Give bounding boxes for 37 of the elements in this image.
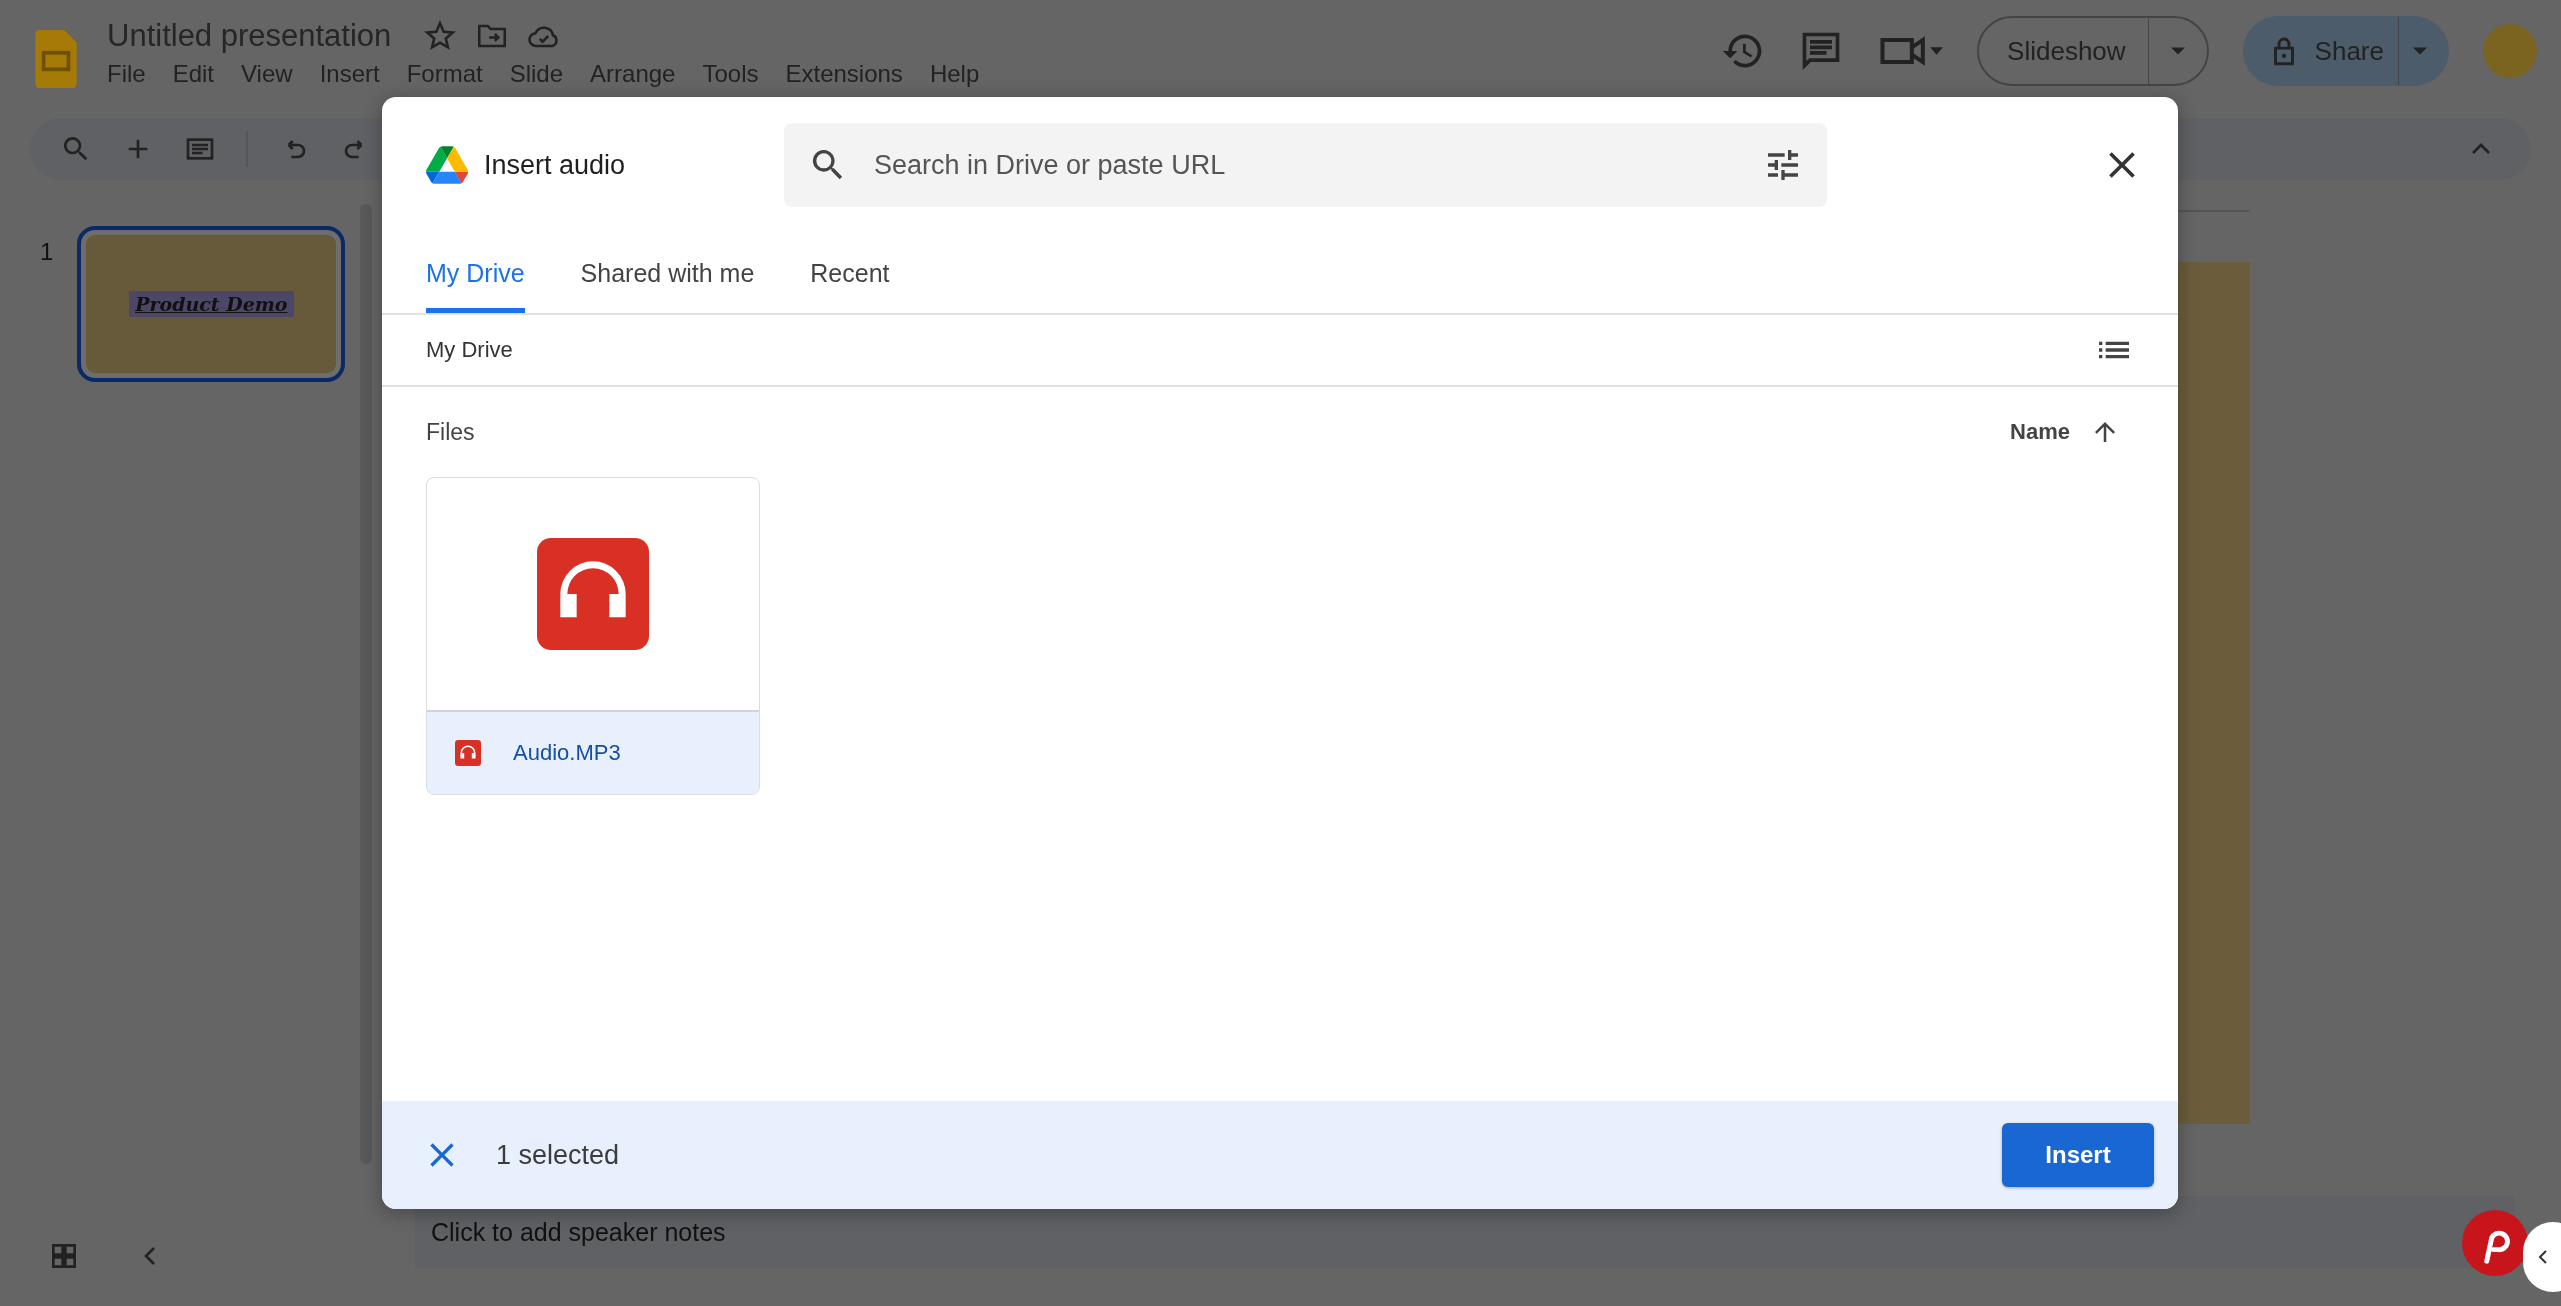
menu-item[interactable]: Arrange: [590, 60, 676, 88]
menu-item[interactable]: Extensions: [785, 60, 903, 88]
menu-item[interactable]: Insert: [319, 60, 380, 88]
slide-number: 1: [40, 238, 54, 266]
slide-thumbnail[interactable]: Product Demo: [77, 226, 346, 382]
slideshow-button[interactable]: Slideshow: [1977, 16, 2209, 86]
menu-item[interactable]: View: [241, 60, 293, 88]
caret-icon[interactable]: [2413, 47, 2427, 55]
slides-logo-icon[interactable]: [35, 30, 77, 88]
headphones-icon: [537, 538, 649, 650]
file-name: Audio.MP3: [513, 740, 621, 766]
menu-item[interactable]: File: [107, 60, 146, 88]
insert-button[interactable]: Insert: [2002, 1123, 2154, 1187]
menu-item[interactable]: Format: [406, 60, 483, 88]
document-title[interactable]: Untitled presentation: [107, 18, 392, 54]
menu-item[interactable]: Slide: [509, 60, 564, 88]
search-field[interactable]: Search in Drive or paste URL: [784, 123, 1827, 207]
breadcrumb[interactable]: My Drive: [426, 337, 513, 363]
caret-icon[interactable]: [2170, 47, 2185, 55]
sort-label[interactable]: Name: [2010, 419, 2070, 445]
file-card[interactable]: Audio.MP3: [426, 477, 760, 795]
menu-item[interactable]: Edit: [172, 60, 215, 88]
headphones-icon: [455, 740, 481, 766]
round-logo-icon[interactable]: [2462, 1210, 2528, 1276]
slide-title: Product Demo: [129, 291, 294, 317]
section-label: Files: [426, 418, 475, 446]
selection-count: 1 selected: [496, 1139, 620, 1171]
dialog-title: Insert audio: [484, 149, 627, 181]
tab[interactable]: Shared with me: [580, 233, 755, 313]
tab[interactable]: Recent: [810, 233, 890, 313]
menu-item[interactable]: Tools: [702, 60, 759, 88]
search-input[interactable]: Search in Drive or paste URL: [872, 148, 1739, 182]
share-button[interactable]: Share: [2242, 16, 2449, 86]
drive-logo-icon: [426, 146, 468, 184]
tab[interactable]: My Drive: [426, 233, 525, 313]
star-icon[interactable]: [423, 19, 458, 53]
menu-item[interactable]: Help: [929, 60, 980, 88]
